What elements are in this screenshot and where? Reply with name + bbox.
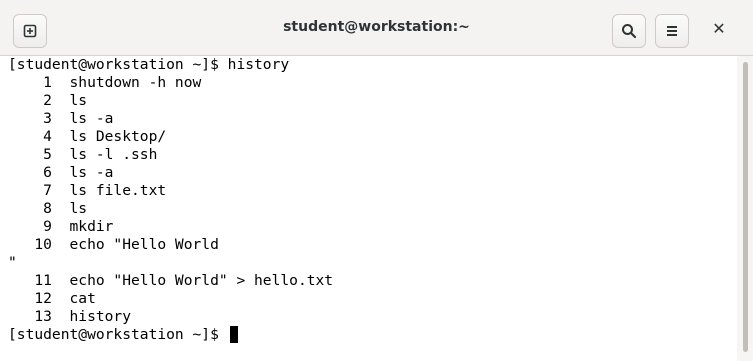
terminal-line: 9 mkdir (8, 218, 114, 235)
terminal-line: 3 ls -a (8, 110, 114, 127)
close-button[interactable]: ✕ (705, 19, 733, 43)
terminal-line: 8 ls (8, 200, 88, 217)
terminal-scrollbar[interactable] (738, 56, 753, 361)
hamburger-menu-icon (667, 26, 677, 36)
terminal-line: 12 cat (8, 290, 96, 307)
shell-prompt: [student@workstation ~]$ (8, 326, 228, 343)
terminal-line: 7 ls file.txt (8, 182, 167, 199)
terminal-line: 11 echo "Hello World" > hello.txt (8, 272, 334, 289)
terminal-line: 6 ls -a (8, 164, 114, 181)
close-icon: ✕ (712, 19, 726, 38)
terminal-line: 10 echo "Hello World (8, 236, 219, 253)
scrollbar-thumb[interactable] (743, 62, 748, 352)
terminal-line: 5 ls -l .ssh (8, 146, 158, 163)
search-icon (622, 24, 637, 39)
terminal-window: student@workstation:~ ✕ [student@worksta… (0, 0, 753, 361)
terminal-line: [student@workstation ~]$ history (8, 56, 290, 73)
terminal-line: 2 ls (8, 92, 88, 109)
prompt-line[interactable]: [student@workstation ~]$ (8, 326, 737, 344)
terminal-line: " (8, 254, 17, 271)
terminal-line: 1 shutdown -h now (8, 74, 202, 91)
terminal-line: 13 history (8, 308, 132, 325)
terminal-output[interactable]: [student@workstation ~]$ history 1 shutd… (0, 56, 737, 361)
title-bar[interactable]: student@workstation:~ ✕ (0, 0, 753, 56)
menu-button[interactable] (655, 14, 689, 48)
text-cursor (229, 326, 238, 343)
terminal-line: 4 ls Desktop/ (8, 128, 167, 145)
search-button[interactable] (612, 14, 646, 48)
